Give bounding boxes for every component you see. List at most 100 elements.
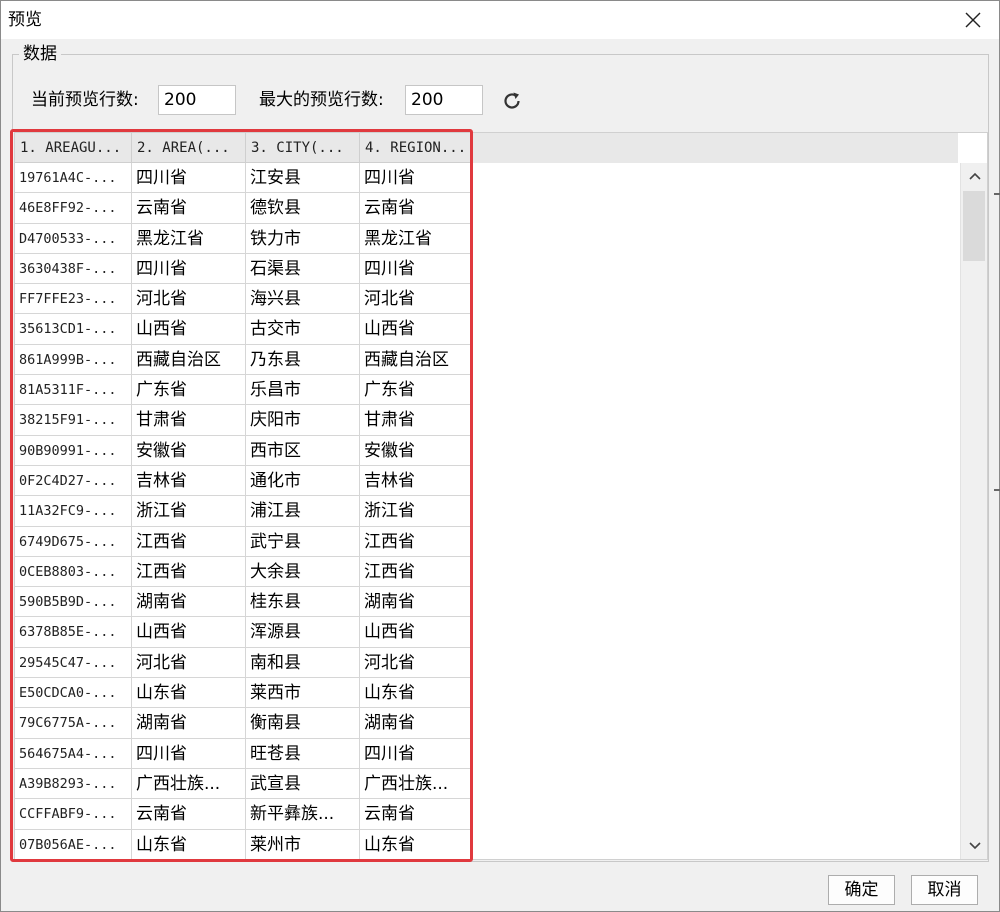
cell-region: 河北省 — [360, 647, 472, 679]
cell-area: 浙江省 — [132, 496, 246, 527]
cell-region: 浙江省 — [360, 496, 472, 527]
group-label: 数据 — [19, 43, 61, 65]
cell-region: 四川省 — [360, 738, 472, 769]
cell-region: 山西省 — [360, 314, 472, 345]
chevron-up-icon — [968, 172, 981, 180]
cell-region: 湖南省 — [360, 587, 472, 618]
cell-region: 河北省 — [360, 284, 472, 315]
cell-areaguid: 0F2C4D27-... — [15, 465, 132, 497]
cell-city: 德钦县 — [246, 193, 360, 224]
cell-area: 江西省 — [132, 526, 246, 557]
cell-city: 浑源县 — [246, 617, 360, 648]
cell-city: 海兴县 — [246, 284, 360, 315]
cell-city: 桂东县 — [246, 587, 360, 618]
scroll-up-button[interactable] — [961, 165, 987, 187]
cell-city: 南和县 — [246, 647, 360, 679]
cell-city: 新平彝族... — [246, 799, 360, 830]
cell-region: 广东省 — [360, 375, 472, 406]
cell-areaguid: 38215F91-... — [15, 405, 132, 436]
cell-areaguid: D4700533-... — [15, 223, 132, 254]
preview-table: 1. AREAGU... 2. AREA(... 3. CITY(... 4. … — [14, 132, 988, 860]
scroll-down-button[interactable] — [961, 835, 987, 857]
cell-areaguid: E50CDCA0-... — [15, 678, 132, 709]
cell-region: 安徽省 — [360, 435, 472, 466]
cell-city: 大余县 — [246, 556, 360, 588]
cell-region: 云南省 — [360, 799, 472, 830]
cell-city: 铁力市 — [246, 223, 360, 254]
resize-mark — [994, 193, 1000, 195]
cell-region: 江西省 — [360, 556, 472, 588]
cell-region: 四川省 — [360, 253, 472, 285]
cell-area: 湖南省 — [132, 708, 246, 739]
cell-area: 黑龙江省 — [132, 223, 246, 254]
scroll-thumb[interactable] — [963, 191, 985, 261]
table-header: 1. AREAGU... 2. AREA(... 3. CITY(... 4. … — [15, 133, 958, 163]
refresh-icon — [504, 92, 520, 109]
cell-area: 河北省 — [132, 284, 246, 315]
cell-city: 通化市 — [246, 465, 360, 497]
cell-areaguid: 19761A4C-... — [15, 163, 132, 194]
cell-area: 四川省 — [132, 163, 246, 194]
cancel-button[interactable]: 取消 — [911, 875, 978, 905]
current-rows-input[interactable]: 200 — [158, 85, 236, 115]
cell-area: 河北省 — [132, 647, 246, 679]
cell-city: 乐昌市 — [246, 375, 360, 406]
cell-areaguid: 861A999B-... — [15, 344, 132, 376]
cell-area: 四川省 — [132, 253, 246, 285]
cell-city: 武宣县 — [246, 768, 360, 800]
refresh-button[interactable] — [498, 87, 526, 115]
cell-areaguid: 564675A4-... — [15, 738, 132, 769]
title-bar: 预览 — [1, 1, 999, 39]
column-header-areaguid[interactable]: 1. AREAGU... — [15, 133, 132, 163]
cell-area: 吉林省 — [132, 465, 246, 497]
cell-region: 广西壮族... — [360, 768, 472, 800]
cell-city: 江安县 — [246, 163, 360, 194]
cell-city: 莱州市 — [246, 829, 360, 859]
cell-city: 石渠县 — [246, 253, 360, 285]
cell-area: 西藏自治区 — [132, 344, 246, 376]
cell-area: 甘肃省 — [132, 405, 246, 436]
cell-region: 山东省 — [360, 678, 472, 709]
column-header-city[interactable]: 3. CITY(... — [246, 133, 360, 163]
cell-areaguid: 79C6775A-... — [15, 708, 132, 739]
cell-areaguid: CCFFABF9-... — [15, 799, 132, 830]
cell-city: 古交市 — [246, 314, 360, 345]
cell-city: 庆阳市 — [246, 405, 360, 436]
cell-areaguid: 6378B85E-... — [15, 617, 132, 648]
max-rows-label: 最大的预览行数: — [259, 90, 384, 110]
cell-area: 江西省 — [132, 556, 246, 588]
cell-city: 西市区 — [246, 435, 360, 466]
window-title: 预览 — [8, 10, 42, 30]
cell-areaguid: 590B5B9D-... — [15, 587, 132, 618]
cell-areaguid: FF7FFE23-... — [15, 284, 132, 315]
cell-area: 云南省 — [132, 799, 246, 830]
cell-area: 山东省 — [132, 829, 246, 859]
cell-region: 吉林省 — [360, 465, 472, 497]
column-header-area[interactable]: 2. AREA(... — [132, 133, 246, 163]
cell-city: 旺苍县 — [246, 738, 360, 769]
cell-region: 云南省 — [360, 193, 472, 224]
close-icon — [965, 12, 981, 28]
chevron-down-icon — [968, 842, 981, 850]
cell-city: 莱西市 — [246, 678, 360, 709]
cell-area: 湖南省 — [132, 587, 246, 618]
cell-areaguid: 29545C47-... — [15, 647, 132, 679]
cell-city: 衡南县 — [246, 708, 360, 739]
cell-region: 黑龙江省 — [360, 223, 472, 254]
close-button[interactable] — [955, 4, 991, 36]
vertical-scrollbar[interactable] — [960, 163, 987, 859]
cell-area: 云南省 — [132, 193, 246, 224]
cell-areaguid: 0CEB8803-... — [15, 556, 132, 588]
cell-region: 湖南省 — [360, 708, 472, 739]
cell-areaguid: 90B90991-... — [15, 435, 132, 466]
max-rows-input[interactable]: 200 — [405, 85, 483, 115]
ok-button[interactable]: 确定 — [828, 875, 895, 905]
cell-areaguid: 46E8FF92-... — [15, 193, 132, 224]
cell-areaguid: 3630438F-... — [15, 253, 132, 285]
cell-area: 广西壮族... — [132, 768, 246, 800]
cell-region: 山西省 — [360, 617, 472, 648]
cell-area: 山西省 — [132, 314, 246, 345]
column-header-region[interactable]: 4. REGION... — [360, 133, 472, 163]
cell-areaguid: 81A5311F-... — [15, 375, 132, 406]
cell-city: 乃东县 — [246, 344, 360, 376]
